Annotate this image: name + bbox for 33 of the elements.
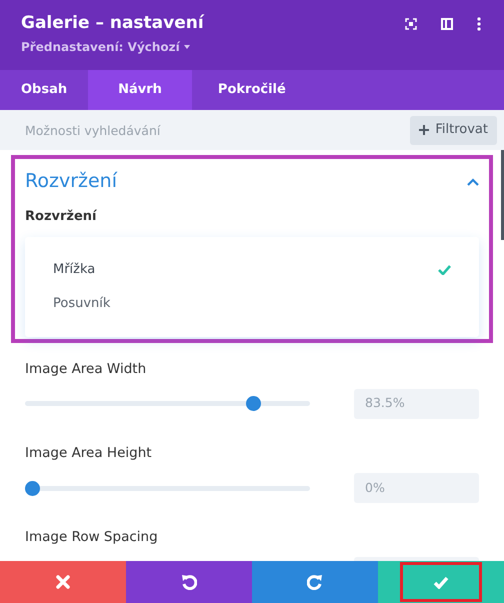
dropdown-option[interactable]: Mřížka	[25, 252, 479, 286]
expand-icon[interactable]	[405, 18, 417, 30]
undo-icon	[181, 574, 197, 590]
undo-button[interactable]	[126, 561, 252, 603]
slider[interactable]	[25, 480, 310, 496]
tab[interactable]: Obsah	[0, 70, 88, 110]
slider-thumb[interactable]	[25, 480, 40, 496]
close-icon	[56, 575, 70, 589]
filter-button[interactable]: Filtrovat	[410, 116, 497, 144]
more-icon[interactable]	[477, 17, 481, 31]
preset-dropdown[interactable]: Přednastavení: Výchozí	[21, 38, 190, 56]
section-header[interactable]: Rozvržení	[25, 159, 479, 199]
redo-button[interactable]	[252, 561, 378, 603]
panel-title: Galerie – nastavení	[21, 12, 204, 34]
save-button[interactable]	[378, 561, 504, 603]
dropdown-option[interactable]: Posuvník	[25, 286, 479, 320]
plus-icon	[419, 125, 430, 135]
redo-icon	[307, 574, 323, 590]
slider[interactable]	[25, 396, 310, 412]
slider-thumb[interactable]	[246, 396, 262, 412]
search-bar[interactable]: Možnosti vyhledávání Filtrovat	[0, 110, 504, 150]
check-icon	[438, 264, 451, 274]
search-field[interactable]: Možnosti vyhledávání	[25, 110, 402, 150]
scrollbar[interactable]	[501, 150, 504, 240]
setting-label: Image Area Width	[25, 360, 146, 378]
field-label: Rozvržení	[25, 208, 96, 226]
tab[interactable]: Pokročilé	[192, 70, 312, 110]
setting-label: Image Row Spacing	[25, 528, 158, 547]
caret-icon	[184, 45, 190, 49]
check-icon	[433, 576, 449, 588]
sidebar-layout-icon[interactable]	[441, 18, 453, 30]
tab[interactable]: Návrh	[88, 70, 192, 110]
setting-label: Image Area Height	[25, 444, 152, 463]
